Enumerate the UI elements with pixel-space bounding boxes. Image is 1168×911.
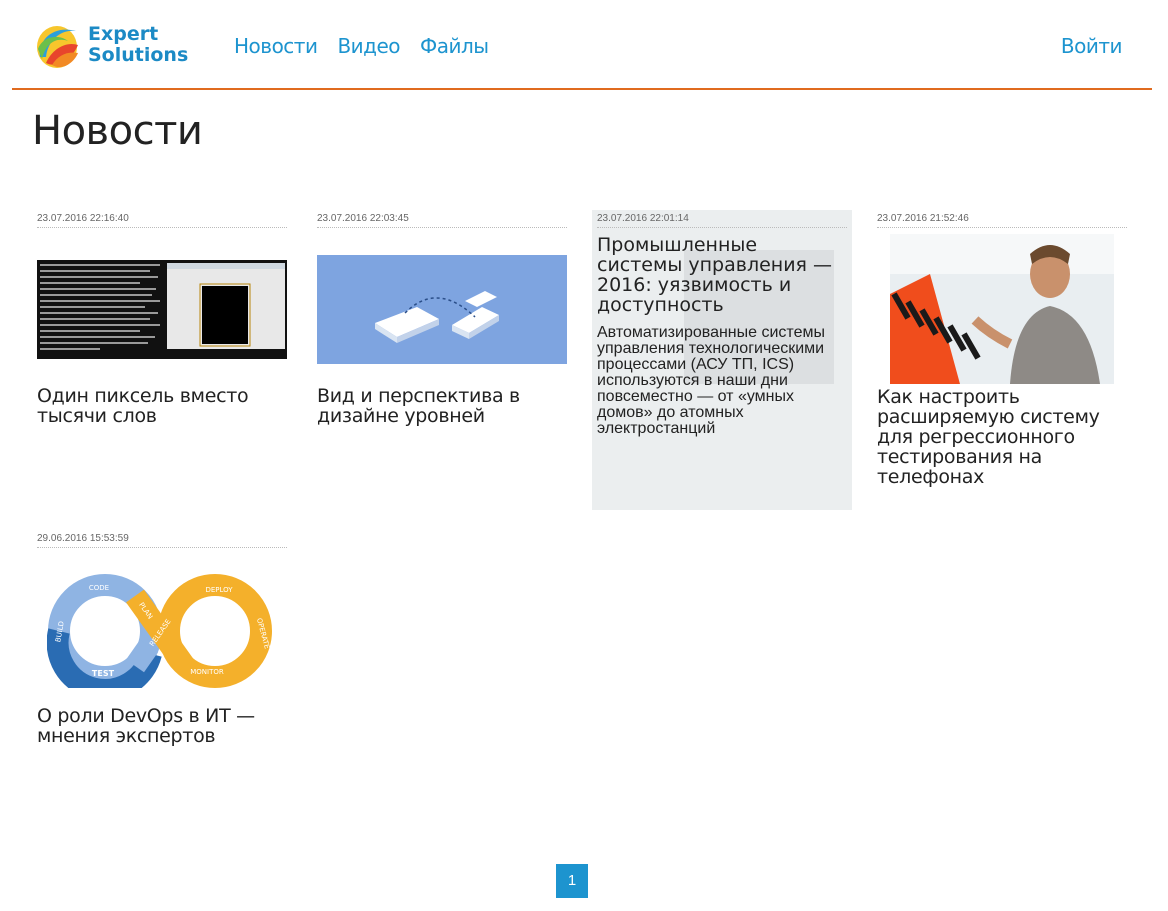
- article-date: 23.07.2016 22:01:14: [597, 210, 847, 228]
- article-date: 23.07.2016 22:16:40: [37, 212, 287, 228]
- devops-label-deploy: DEPLOY: [205, 586, 233, 594]
- article-thumbnail[interactable]: [317, 255, 567, 364]
- pagination-page-1[interactable]: 1: [556, 864, 588, 898]
- news-card[interactable]: 23.07.2016 21:52:46 Как настроить расшир…: [877, 212, 1127, 487]
- article-title[interactable]: Как настроить расширяемую систему для ре…: [877, 387, 1127, 487]
- article-thumbnail[interactable]: [890, 234, 1114, 384]
- article-title[interactable]: О роли DevOps в ИТ — мнения экспертов: [37, 706, 287, 746]
- devops-label-test: TEST: [92, 669, 115, 678]
- devops-label-code: CODE: [89, 584, 109, 592]
- article-title[interactable]: Один пиксель вместо тысячи слов: [37, 386, 287, 426]
- article-thumbnail[interactable]: CODE PLAN BUILD TEST RELEASE DEPLOY OPER…: [47, 574, 273, 688]
- article-title[interactable]: Промышленные системы управления — 2016: …: [597, 235, 847, 315]
- main-nav: Новости Видео Файлы: [234, 34, 489, 58]
- brand-logo[interactable]: Expert Solutions: [32, 19, 192, 71]
- brand-name: Expert Solutions: [88, 24, 188, 66]
- article-thumbnail[interactable]: [37, 260, 287, 359]
- nav-link-news[interactable]: Новости: [234, 34, 318, 58]
- article-title[interactable]: Вид и перспектива в дизайне уровней: [317, 386, 567, 426]
- featured-news-card[interactable]: 23.07.2016 22:01:14 Промышленные системы…: [592, 210, 852, 510]
- article-date: 29.06.2016 15:53:59: [37, 532, 287, 548]
- article-date: 23.07.2016 22:03:45: [317, 212, 567, 228]
- article-date: 23.07.2016 21:52:46: [877, 212, 1127, 228]
- logo-icon: [37, 26, 78, 68]
- login-link[interactable]: Войти: [1061, 34, 1123, 58]
- news-card[interactable]: 23.07.2016 22:16:40 Один пиксель вместо …: [37, 212, 287, 426]
- devops-label-monitor: MONITOR: [190, 668, 224, 676]
- brand-line2: Solutions: [88, 44, 189, 66]
- nav-link-video[interactable]: Видео: [337, 34, 400, 58]
- news-card[interactable]: 29.06.2016 15:53:59 CODE PLAN BUILD TEST…: [37, 532, 287, 746]
- nav-link-files[interactable]: Файлы: [420, 34, 489, 58]
- brand-line1: Expert: [88, 23, 159, 45]
- article-description: Автоматизированные системы управления те…: [597, 324, 825, 437]
- news-card[interactable]: 23.07.2016 22:03:45 Вид и перспектива в …: [317, 212, 567, 426]
- page-title: Новости: [32, 108, 203, 154]
- site-header: Expert Solutions Новости Видео Файлы Вой…: [12, 0, 1152, 90]
